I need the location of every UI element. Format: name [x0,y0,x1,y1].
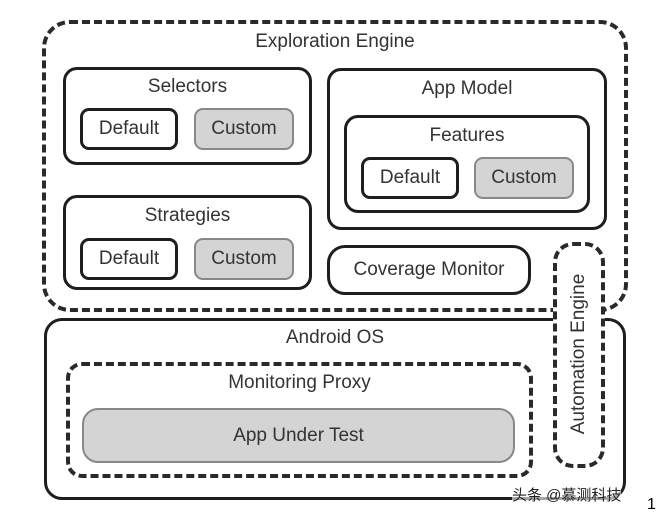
strategies-title: Strategies [144,205,231,226]
features-custom: Custom [474,157,574,199]
strategies-default: Default [80,238,178,280]
app-under-test: App Under Test [82,408,515,463]
features-title: Features [429,125,505,146]
selectors-title: Selectors [147,76,228,97]
features-default: Default [361,157,459,199]
android-os-title: Android OS [285,327,385,348]
app-model-title: App Model [421,78,513,99]
strategies-custom: Custom [194,238,294,280]
watermark: 头条 @慕测科技 [512,484,622,505]
selectors-default: Default [80,108,178,150]
coverage-monitor: Coverage Monitor [327,245,531,295]
monitoring-proxy-title: Monitoring Proxy [228,372,371,393]
exploration-engine-title: Exploration Engine [255,31,415,52]
corner-mark: 1 [647,496,656,513]
selectors-custom: Custom [194,108,294,150]
architecture-diagram: Exploration Engine Selectors Default Cus… [0,0,656,520]
automation-engine-label: Automation Engine [568,273,589,435]
